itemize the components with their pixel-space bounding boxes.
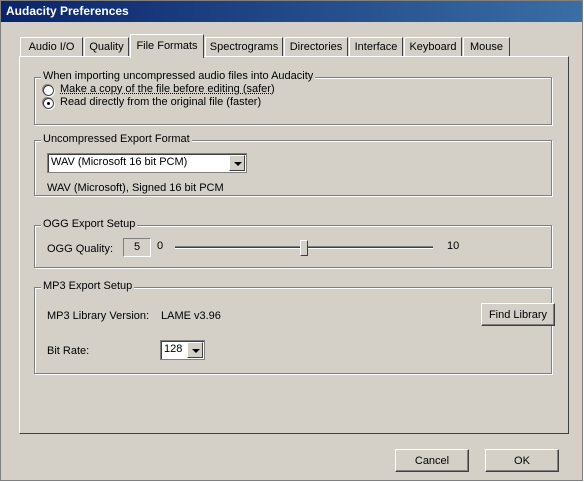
preferences-window: Audacity Preferences Audio I/O Quality F… xyxy=(0,0,583,481)
bitrate-dropdown[interactable]: 128 xyxy=(160,340,205,360)
tab-directories[interactable]: Directories xyxy=(284,37,348,56)
radio-read-directly-label[interactable]: Read directly from the original file (fa… xyxy=(60,96,261,108)
chevron-down-icon[interactable] xyxy=(229,155,245,171)
import-group-title: When importing uncompressed audio files … xyxy=(41,70,316,82)
radio-copy-file[interactable] xyxy=(43,85,54,96)
find-library-button[interactable]: Find Library xyxy=(481,303,555,326)
tab-keyboard[interactable]: Keyboard xyxy=(404,37,462,56)
export-format-dropdown[interactable]: WAV (Microsoft 16 bit PCM) xyxy=(47,153,247,173)
chevron-down-icon[interactable] xyxy=(187,342,203,358)
mp3-library-label: MP3 Library Version: xyxy=(47,310,150,322)
radio-read-directly[interactable] xyxy=(43,98,54,109)
file-formats-panel: When importing uncompressed audio files … xyxy=(19,56,569,434)
ogg-quality-value: 5 xyxy=(123,238,151,257)
mp3-group-title: MP3 Export Setup xyxy=(41,280,135,292)
mp3-library-value: LAME v3.96 xyxy=(161,310,221,322)
ogg-group: OGG Export Setup OGG Quality: 5 0 10 xyxy=(34,218,552,268)
tab-audio-io[interactable]: Audio I/O xyxy=(20,37,83,56)
ogg-slider-max-label: 10 xyxy=(447,240,460,252)
ok-button[interactable]: OK xyxy=(485,449,559,472)
export-format-value: WAV (Microsoft 16 bit PCM) xyxy=(51,156,188,168)
tab-interface[interactable]: Interface xyxy=(349,37,403,56)
ogg-slider-min-label: 0 xyxy=(157,240,164,252)
slider-thumb[interactable] xyxy=(300,240,308,256)
mp3-group: MP3 Export Setup MP3 Library Version: LA… xyxy=(34,280,555,374)
tab-mouse[interactable]: Mouse xyxy=(463,37,510,56)
bitrate-label: Bit Rate: xyxy=(47,345,90,357)
bitrate-value: 128 xyxy=(164,343,183,355)
import-group: When importing uncompressed audio files … xyxy=(34,70,552,125)
tab-spectrograms[interactable]: Spectrograms xyxy=(205,37,283,56)
ogg-quality-slider[interactable] xyxy=(175,238,433,258)
export-format-description: WAV (Microsoft), Signed 16 bit PCM xyxy=(47,182,224,194)
ogg-quality-label: OGG Quality: xyxy=(47,243,114,255)
export-format-group: Uncompressed Export Format WAV (Microsof… xyxy=(34,133,552,196)
cancel-button[interactable]: Cancel xyxy=(395,449,469,472)
radio-copy-file-label[interactable]: Make a copy of the file before editing (… xyxy=(60,83,275,95)
tab-file-formats[interactable]: File Formats xyxy=(130,34,204,58)
tab-quality[interactable]: Quality xyxy=(84,37,129,56)
export-format-group-title: Uncompressed Export Format xyxy=(41,133,192,145)
window-title: Audacity Preferences xyxy=(1,1,582,22)
ogg-group-title: OGG Export Setup xyxy=(41,218,138,230)
